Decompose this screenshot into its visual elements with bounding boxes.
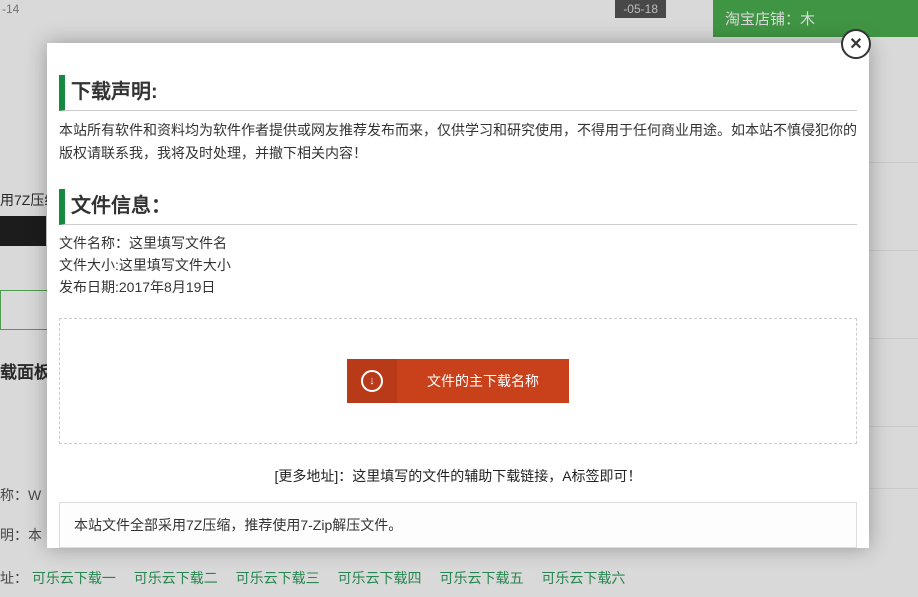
download-button-text: 文件的主下载名称 — [397, 371, 569, 391]
compress-note: 本站文件全部采用7Z压缩，推荐使用7-Zip解压文件。 — [59, 502, 857, 548]
more-links-text: [更多地址]：这里填写的文件的辅助下载链接，A标签即可！ — [59, 466, 857, 486]
file-info-title: 文件信息： — [59, 189, 857, 225]
download-box: ↓ 文件的主下载名称 — [59, 318, 857, 444]
download-modal: ✕ 下载声明: 本站所有软件和资料均为软件作者提供或网友推荐发布而来，仅供学习和… — [47, 43, 869, 548]
download-icon: ↓ — [361, 370, 383, 392]
close-button[interactable]: ✕ — [841, 29, 871, 59]
file-date-line: 发布日期:2017年8月19日 — [59, 277, 857, 299]
download-icon-wrap: ↓ — [347, 359, 397, 403]
close-icon: ✕ — [849, 34, 862, 54]
file-name-line: 文件名称：这里填写文件名 — [59, 233, 857, 255]
primary-download-button[interactable]: ↓ 文件的主下载名称 — [347, 359, 569, 403]
file-size-line: 文件大小:这里填写文件大小 — [59, 255, 857, 277]
declaration-text: 本站所有软件和资料均为软件作者提供或网友推荐发布而来，仅供学习和研究使用，不得用… — [59, 119, 857, 165]
declaration-title: 下载声明: — [59, 75, 857, 111]
